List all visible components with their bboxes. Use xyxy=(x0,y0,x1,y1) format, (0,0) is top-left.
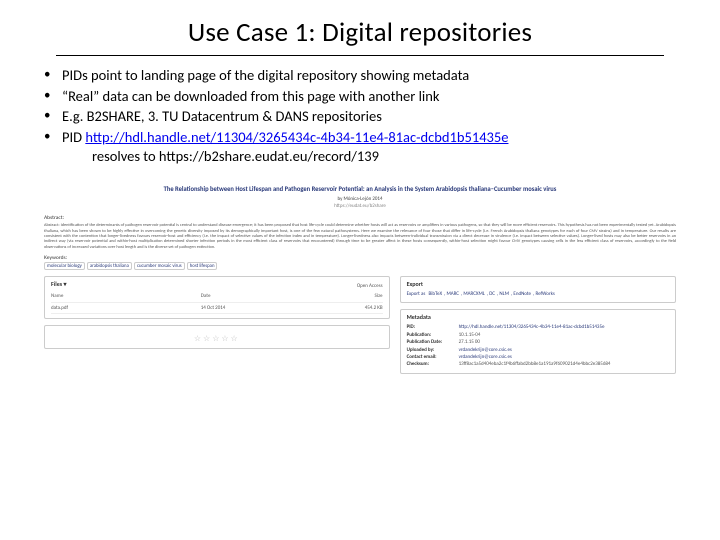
metadata-box: Metadata PID:http://hdl.handle.net/11304… xyxy=(400,309,676,374)
bullet-resolves: resolves to https://b2share.eudat.eu/rec… xyxy=(62,147,684,167)
export-format-link[interactable]: DC xyxy=(489,291,495,297)
metadata-heading: Metadata xyxy=(407,314,669,322)
bullet-list: PIDs point to landing page of the digita… xyxy=(36,66,684,167)
record-url: https://eudat.eu/b2share xyxy=(44,203,676,209)
keywords-row: molecular biology arabidopsis thaliana c… xyxy=(44,262,676,270)
bullet-item: “Real” data can be downloaded from this … xyxy=(44,87,684,107)
keyword-chip[interactable]: host lifespan xyxy=(187,262,218,270)
meta-row-pubdate: Publication Date:27.1.15 00 xyxy=(407,339,669,345)
bullet-text: “Real” data can be downloaded from this … xyxy=(62,87,439,105)
export-prefix: Export as xyxy=(407,291,426,297)
bullet-text-prefix: PID xyxy=(62,128,85,146)
meta-row-uploader: Uploaded by:vrdandekrijn@core.csic.es xyxy=(407,347,669,353)
rating-box: ☆☆☆☆☆ xyxy=(44,325,390,349)
export-box: Export Export as BibTeX, MARC, MARCXML, … xyxy=(400,276,676,303)
meta-row-pid: PID:http://hdl.handle.net/11304/3265434c… xyxy=(407,324,669,330)
export-format-link[interactable]: NLM xyxy=(499,291,509,297)
file-name: data.pdf xyxy=(51,305,201,311)
record-byline: by Mónica-Lejón 2014 xyxy=(44,196,676,202)
bullet-item: PID http://hdl.handle.net/11304/3265434c… xyxy=(44,128,684,167)
abstract-label: Abstract: xyxy=(44,215,676,222)
file-row[interactable]: data.pdf 14 Oct 2014 454.2 KB xyxy=(51,303,383,314)
export-format-link[interactable]: RefWorks xyxy=(535,291,554,297)
export-format-link[interactable]: MARC xyxy=(446,291,459,297)
export-links: Export as BibTeX, MARC, MARCXML, DC, NLM… xyxy=(407,291,669,297)
keyword-chip[interactable]: arabidopsis thaliana xyxy=(87,262,132,270)
keyword-chip[interactable]: cucumber mosaic virus xyxy=(134,262,185,270)
record-title: The Relationship between Host Lifespan a… xyxy=(44,185,676,193)
col-name: Name xyxy=(51,293,201,299)
col-size: Size xyxy=(308,293,383,299)
meta-row-checksum: Checksum:13ff8ac1a5d404eba2c1f4b6ffabd2b… xyxy=(407,361,669,367)
panel-right: Export Export as BibTeX, MARC, MARCXML, … xyxy=(400,276,676,380)
abstract-text: Abstract: Identification of the determin… xyxy=(44,223,676,250)
col-date: Date xyxy=(201,293,308,299)
screenshot-landing-page: The Relationship between Host Lifespan a… xyxy=(36,185,684,380)
export-format-link[interactable]: MARCXML xyxy=(463,291,484,297)
slide-title: Use Case 1: Digital repositories xyxy=(56,14,664,56)
bullet-item: E.g. B2SHARE, 3. TU Datacentrum & DANS r… xyxy=(44,107,684,127)
bullet-text: E.g. B2SHARE, 3. TU Datacentrum & DANS r… xyxy=(62,107,382,125)
file-date: 14 Oct 2014 xyxy=(201,305,308,311)
files-header-row: Name Date Size xyxy=(51,291,383,302)
files-heading[interactable]: Files ▾ xyxy=(51,281,66,289)
rating-stars[interactable]: ☆☆☆☆☆ xyxy=(51,330,383,344)
pid-link[interactable]: http://hdl.handle.net/11304/3265434c-4b3… xyxy=(85,128,508,146)
panels: Files ▾ Open Access Name Date Size data.… xyxy=(44,276,676,380)
export-format-link[interactable]: BibTeX xyxy=(428,291,442,297)
export-format-link[interactable]: EndNote xyxy=(513,291,531,297)
keywords-label: Keywords: xyxy=(44,255,676,262)
panel-left: Files ▾ Open Access Name Date Size data.… xyxy=(44,276,390,380)
bullet-item: PIDs point to landing page of the digita… xyxy=(44,66,684,86)
files-box: Files ▾ Open Access Name Date Size data.… xyxy=(44,276,390,319)
slide: Use Case 1: Digital repositories PIDs po… xyxy=(0,0,720,540)
file-size: 454.2 KB xyxy=(308,305,383,311)
bullet-text: PIDs point to landing page of the digita… xyxy=(62,66,469,84)
meta-row-email: Contact email:vrdandekrijn@core.csic.es xyxy=(407,354,669,360)
export-heading: Export xyxy=(407,281,669,289)
open-access-badge: Open Access xyxy=(357,283,383,289)
meta-row-publication: Publication:10.1.15-04 xyxy=(407,332,669,338)
keyword-chip[interactable]: molecular biology xyxy=(44,262,85,270)
meta-pid-link[interactable]: http://hdl.handle.net/11304/3265434c-4b3… xyxy=(459,324,669,330)
